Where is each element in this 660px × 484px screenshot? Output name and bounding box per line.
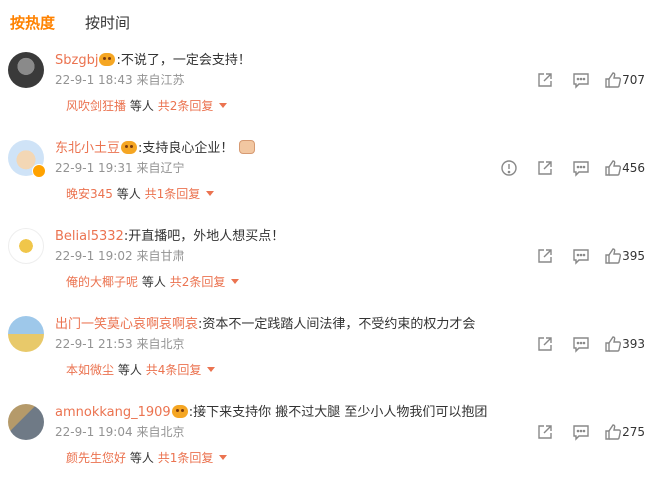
like-icon[interactable] [604, 247, 624, 267]
comment-text: :资本不一定践踏人间法律，不受约束的权力才会 [198, 317, 476, 332]
comment-location: 来自北京 [136, 425, 185, 439]
hands-emoji-icon [239, 140, 256, 154]
comment-meta: 22-9-1 19:31 来自辽宁 [55, 159, 184, 176]
comment-username[interactable]: Belial5332 [55, 229, 124, 244]
comment-username[interactable]: amnokkang_1909 [55, 405, 171, 420]
vip-emoji-icon [121, 141, 138, 154]
comment-username[interactable]: 出门一笑莫心哀啊哀啊哀 [55, 317, 198, 332]
comment-item: 东北小土豆 :支持良心企业！ 22-9-1 19:31 来自辽宁 晚安345 等人… [0, 132, 660, 220]
like-count: 393 [622, 337, 645, 351]
comment-line: 东北小土豆 :支持良心企业！ [55, 137, 256, 156]
comment-location: 来自甘肃 [136, 249, 185, 263]
like-count: 395 [622, 249, 645, 263]
reply-username[interactable]: 晚安345 [66, 187, 113, 201]
comment-line: Sbzgbj :不说了，一定会支持！ [55, 49, 251, 68]
vip-emoji-icon [99, 53, 116, 66]
like-count: 275 [622, 425, 645, 439]
share-icon[interactable] [536, 159, 556, 179]
comment-icon[interactable] [572, 159, 592, 179]
comment-line: Belial5332:开直播吧，外地人想买点！ [55, 225, 284, 244]
reply-username[interactable]: 俺的大椰子呢 [66, 275, 138, 289]
comment-meta: 22-9-1 18:43 来自江苏 [55, 71, 184, 88]
comment-meta: 22-9-1 19:02 来自甘肃 [55, 247, 184, 264]
chevron-down-icon[interactable] [206, 191, 215, 196]
comment-item: Sbzgbj :不说了，一定会支持！ 22-9-1 18:43 来自江苏 风吹剑狂… [0, 44, 660, 132]
comment-location: 来自江苏 [136, 73, 185, 87]
like-icon[interactable] [604, 159, 624, 179]
report-icon[interactable] [500, 159, 520, 179]
comment-time: 22-9-1 19:02 [55, 249, 133, 263]
comment-meta: 22-9-1 19:04 来自北京 [55, 423, 184, 440]
share-icon[interactable] [536, 247, 556, 267]
comment-line: 出门一笑莫心哀啊哀啊哀:资本不一定践踏人间法律，不受约束的权力才会 [55, 313, 475, 332]
like-count: 707 [622, 73, 645, 87]
chevron-down-icon[interactable] [219, 455, 228, 460]
chevron-down-icon[interactable] [231, 279, 240, 284]
comment-item: 出门一笑莫心哀啊哀啊哀:资本不一定践踏人间法律，不受约束的权力才会 22-9-1… [0, 308, 660, 396]
comment-username[interactable]: 东北小土豆 [55, 141, 120, 156]
comment-time: 22-9-1 19:31 [55, 161, 133, 175]
comment-location: 来自北京 [136, 337, 185, 351]
like-icon[interactable] [604, 335, 624, 355]
chevron-down-icon[interactable] [219, 103, 228, 108]
comment-username[interactable]: Sbzgbj [55, 53, 98, 68]
reply-count[interactable]: 共4条回复 [146, 363, 202, 377]
reply-summary[interactable]: 晚安345 等人 共1条回复 [66, 185, 215, 202]
comment-time: 22-9-1 21:53 [55, 337, 133, 351]
avatar[interactable] [8, 228, 44, 264]
chevron-down-icon[interactable] [207, 367, 216, 372]
comment-item: amnokkang_1909:接下来支持你 搬不过大腿 至少小人物我们可以抱团 … [0, 396, 660, 484]
reply-username[interactable]: 本如微尘 [66, 363, 114, 377]
reply-summary[interactable]: 颜先生您好 等人 共1条回复 [66, 449, 228, 466]
reply-mid-text: 等人 [141, 275, 166, 289]
comment-icon[interactable] [572, 247, 592, 267]
reply-summary[interactable]: 俺的大椰子呢 等人 共2条回复 [66, 273, 240, 290]
reply-count[interactable]: 共2条回复 [158, 99, 214, 113]
comment-text: :接下来支持你 搬不过大腿 至少小人物我们可以抱团 [188, 405, 488, 420]
like-icon[interactable] [604, 71, 624, 91]
comment-icon[interactable] [572, 335, 592, 355]
reply-username[interactable]: 风吹剑狂播 [66, 99, 126, 113]
reply-username[interactable]: 颜先生您好 [66, 451, 126, 465]
reply-summary[interactable]: 风吹剑狂播 等人 共2条回复 [66, 97, 228, 114]
reply-mid-text: 等人 [117, 363, 142, 377]
like-icon[interactable] [604, 423, 624, 443]
comment-icon[interactable] [572, 71, 592, 91]
comment-text: :不说了，一定会支持！ [116, 53, 251, 68]
reply-mid-text: 等人 [129, 451, 154, 465]
share-icon[interactable] [536, 335, 556, 355]
verified-badge-icon [32, 164, 46, 178]
reply-summary[interactable]: 本如微尘 等人 共4条回复 [66, 361, 216, 378]
reply-count[interactable]: 共2条回复 [170, 275, 226, 289]
reply-count[interactable]: 共1条回复 [158, 451, 214, 465]
comment-location: 来自辽宁 [136, 161, 185, 175]
reply-mid-text: 等人 [129, 99, 154, 113]
comment-item: Belial5332:开直播吧，外地人想买点！ 22-9-1 19:02 来自甘… [0, 220, 660, 308]
tab-sort-hot[interactable]: 按热度 [10, 12, 55, 33]
comment-time: 22-9-1 18:43 [55, 73, 133, 87]
share-icon[interactable] [536, 71, 556, 91]
avatar[interactable] [8, 404, 44, 440]
reply-count[interactable]: 共1条回复 [145, 187, 201, 201]
avatar[interactable] [8, 316, 44, 352]
comment-meta: 22-9-1 21:53 来自北京 [55, 335, 184, 352]
comment-time: 22-9-1 19:04 [55, 425, 133, 439]
comment-line: amnokkang_1909 :接下来支持你 搬不过大腿 至少小人物我们可以抱团 [55, 401, 487, 420]
avatar[interactable] [8, 52, 44, 88]
comment-text: :开直播吧，外地人想买点！ [123, 229, 285, 244]
share-icon[interactable] [536, 423, 556, 443]
comment-icon[interactable] [572, 423, 592, 443]
like-count: 456 [622, 161, 645, 175]
vip-emoji-icon [171, 405, 188, 418]
reply-mid-text: 等人 [116, 187, 141, 201]
comment-text: :支持良心企业！ [138, 141, 234, 156]
tab-sort-time[interactable]: 按时间 [85, 12, 130, 33]
